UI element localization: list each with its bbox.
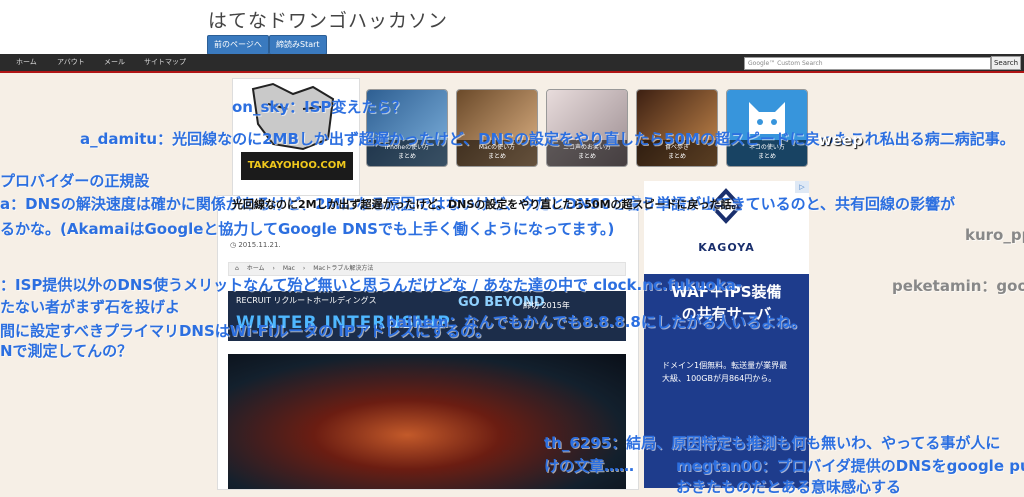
article-date: ◷ 2015.11.21. [230,241,281,249]
start-button[interactable]: 締読みStart [269,35,327,55]
banner-deadline: 締切 2015年 [523,301,570,310]
comment: けの文章…… [544,457,635,475]
search-placeholder: Google™ Custom Search [748,60,823,67]
comment: たない者がまず石を投げよ [0,298,181,316]
breadcrumb-trouble[interactable]: Macトラブル解決方法 [313,265,373,272]
breadcrumb-sep: › [302,265,306,272]
search-input[interactable]: Google™ Custom Search [744,57,991,70]
banner-recruit: RECRUIT リクルートホールディングス [236,296,377,305]
nav-item-mail[interactable]: メール [104,54,125,71]
article-title[interactable]: 光回線なのに2Mしか出ず超遅かったけど、DNSの設定をやり直したら50Mの超スピ… [232,196,743,212]
comment: るかな。(AkamaiはGoogleと協力してGoogle DNSでも上手く働く… [0,220,615,238]
comment: peketamin：goo [892,277,1024,295]
ad-description: ドメイン1個無料。転送量が業界最大級、100GBが月864円から。 [662,361,788,383]
breadcrumb-sep: › [272,265,275,272]
site-logo-text: TAKAYOHOO.COM [241,152,353,180]
comment: プロバイダーの正規設 [0,172,150,190]
prev-page-button[interactable]: 前のページへ [207,35,269,55]
nav-item-home[interactable]: ホーム [16,54,37,71]
date-text: 2015.11.21. [238,241,281,249]
comment: ：ISP提供以外のDNS使うメリットなんて殆ど無いと思うんだけどな / あなた達… [0,276,742,294]
comment: th_6295：結局、原因特定も推測も何も無いわ、やってる事が人に [544,434,1001,452]
nav-item-sitemap[interactable]: サイトマップ [144,54,186,71]
ad-brand: KAGOYA [698,241,755,254]
home-icon: ⌂ [235,265,239,272]
comment: a_damitu：光回線なのに2MBしか出ず超遅かったけど、DNSの設定をやり直… [80,130,1015,148]
site-title[interactable]: はてなドワンゴハッカソン [208,6,448,33]
comment: Nで測定してんの？ [0,342,133,360]
comment: 間に設定すべきプライマリDNSはWi-Fiルータの IPアドレスにするの。 [0,322,491,340]
search-button[interactable]: Search [991,56,1021,70]
breadcrumb-mac[interactable]: Mac [283,265,295,272]
site-header: はてなドワンゴハッカソン 前のページへ 締読みStart [0,0,1024,55]
comment: on_sky：ISP変えたら？ [232,98,407,116]
breadcrumb-home[interactable]: ホーム [247,265,265,272]
comment: おきたものだとある意味感心する [676,478,902,496]
adchoices-icon[interactable]: ▷ [795,181,809,193]
comment: megtan00：プロバイダ提供のDNSをgoogle pu [676,457,1024,475]
comment: kuro_pp [965,226,1024,244]
nav-item-about[interactable]: アバウト [57,54,85,71]
comment: weep [818,131,863,149]
